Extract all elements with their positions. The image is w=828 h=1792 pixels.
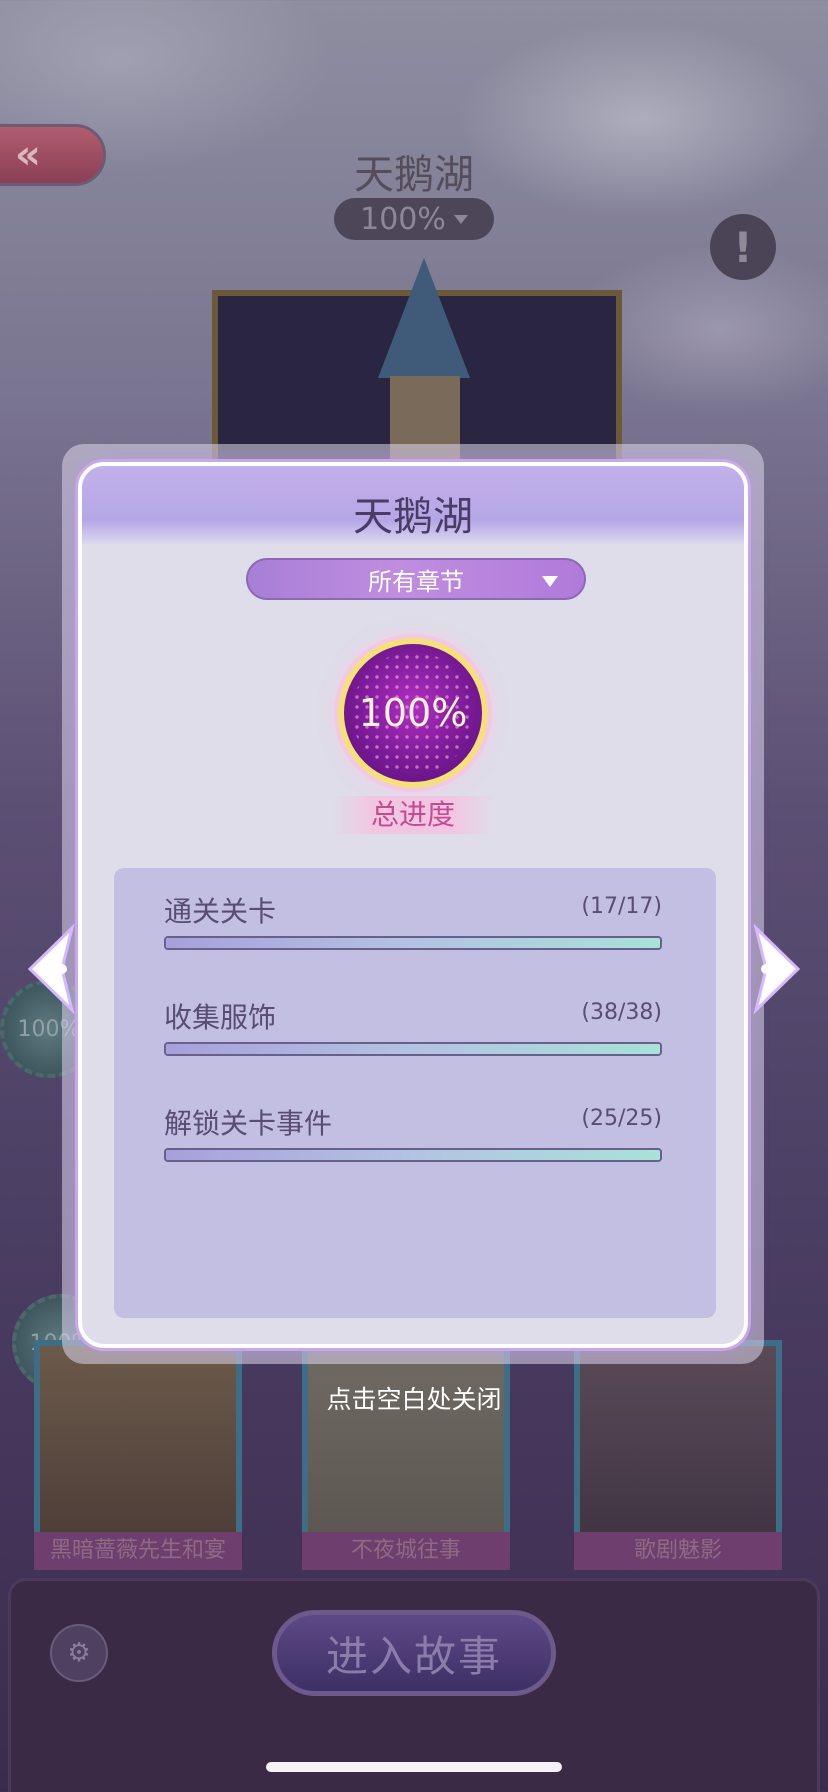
previous-chapter-button[interactable]: [22, 924, 76, 1014]
stat-progress-bar: [164, 1148, 662, 1162]
chapter-card-title: 黑暗蔷薇先生和宴: [34, 1532, 242, 1570]
total-progress-percent: 100%: [358, 691, 468, 735]
stat-count: (25/25): [581, 1106, 662, 1131]
stat-progress-fill: [166, 1150, 660, 1160]
enter-story-button[interactable]: 进入故事: [272, 1610, 556, 1696]
total-progress-ring: 100%: [338, 638, 488, 788]
exclamation-icon: !: [733, 222, 753, 272]
chapter-card[interactable]: 黑暗蔷薇先生和宴: [34, 1340, 242, 1570]
chapter-dropdown-value: 所有章节: [368, 567, 464, 596]
stat-label: 解锁关卡事件: [164, 1107, 333, 1140]
stat-label: 通关关卡: [164, 895, 277, 928]
next-chapter-button[interactable]: [752, 924, 806, 1014]
stat-progress-bar: [164, 936, 662, 950]
storybook-button[interactable]: ⚙: [50, 1624, 108, 1682]
chapter-card-title: 歌剧魅影: [574, 1532, 782, 1570]
background-progress-value: 100%: [360, 201, 446, 237]
storybook-settings-icon: ⚙: [67, 1638, 91, 1668]
stat-count: (17/17): [581, 894, 662, 919]
triangle-down-icon: [542, 576, 558, 587]
chevron-right-icon: [753, 924, 801, 1014]
total-progress-label: 总进度: [332, 796, 494, 834]
triangle-down-icon: [453, 214, 468, 224]
background-story-title: 天鹅湖: [354, 152, 474, 198]
progress-dialog: 天鹅湖 所有章节 100% 总进度 通关关卡 (17/17) 收集服饰 (38/…: [78, 462, 748, 1348]
stat-progress-bar: [164, 1042, 662, 1056]
dialog-title: 天鹅湖: [353, 494, 473, 540]
castle-spire: [378, 258, 470, 378]
dismiss-hint[interactable]: 点击空白处关闭: [0, 1380, 828, 1416]
stat-label: 收集服饰: [164, 1001, 277, 1034]
chapter-card[interactable]: 歌剧魅影: [574, 1340, 782, 1570]
stat-row-events: 解锁关卡事件 (25/25): [164, 1102, 662, 1162]
background-progress-dropdown[interactable]: 100%: [334, 198, 494, 240]
stat-row-levels: 通关关卡 (17/17): [164, 890, 662, 950]
home-indicator[interactable]: [266, 1762, 562, 1772]
info-button[interactable]: !: [710, 214, 776, 280]
stat-count: (38/38): [581, 1000, 662, 1025]
chapter-dropdown[interactable]: 所有章节: [246, 558, 586, 600]
stat-row-outfits: 收集服饰 (38/38): [164, 996, 662, 1056]
chevron-left-icon: [27, 924, 75, 1014]
stat-progress-fill: [166, 1044, 660, 1054]
stat-progress-fill: [166, 938, 660, 948]
chapter-card-title: 不夜城往事: [302, 1532, 510, 1570]
chapter-card[interactable]: 不夜城往事: [302, 1340, 510, 1570]
stats-panel: 通关关卡 (17/17) 收集服饰 (38/38) 解锁关卡事件 (25/25): [114, 868, 716, 1318]
